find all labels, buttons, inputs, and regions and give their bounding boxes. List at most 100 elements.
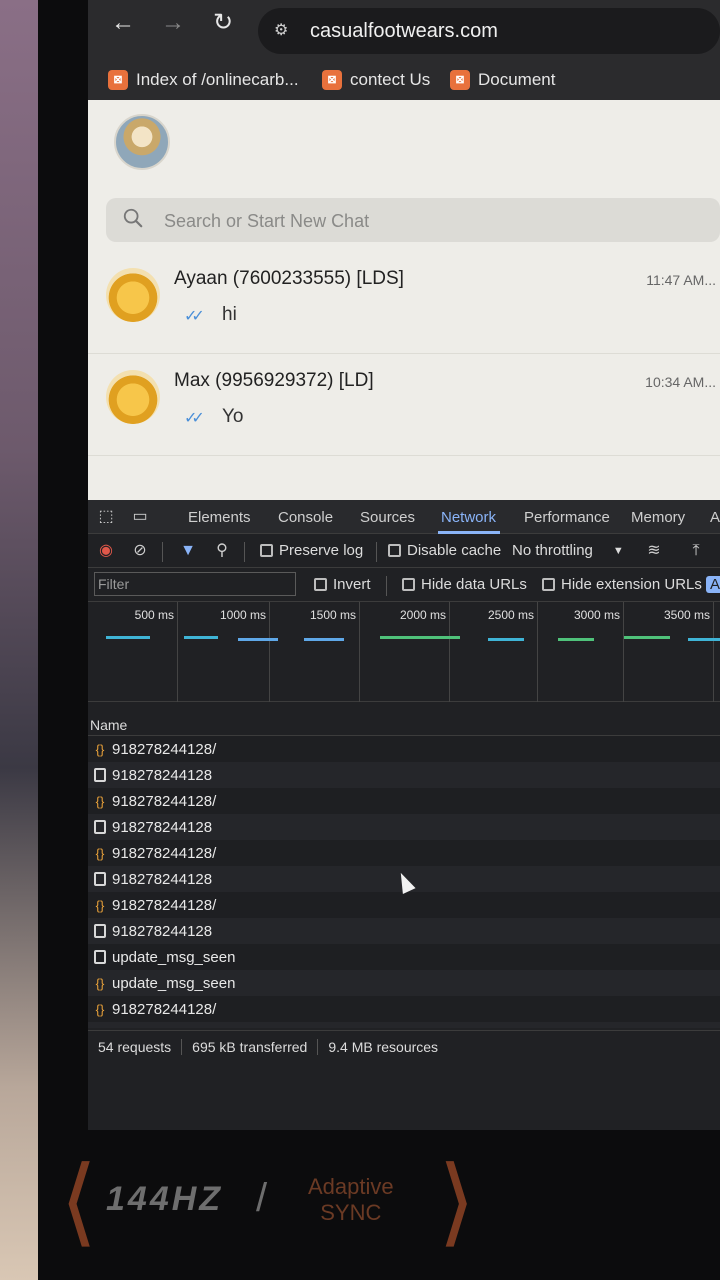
reload-icon[interactable]: ↻ [208,8,238,38]
bookmark-item[interactable]: ⊠ Index of /onlinecarb... [108,68,299,92]
left-bracket-decoration: ⟨ [60,1148,98,1255]
adaptive-line1: Adaptive [308,1174,394,1199]
timeline-column: 1000 ms [178,602,270,702]
bookmarks-bar: ⊠ Index of /onlinecarb... ⊠ contect Us ⊠… [88,58,720,98]
request-row[interactable]: {} 918278244128/ [88,996,720,1022]
tab-performance[interactable]: Performance [524,509,610,526]
timeline-tick-label: 1500 ms [309,608,356,622]
monitor-branding: ⟨ 144HZ / Adaptive SYNC ⟩ [60,1150,480,1260]
avatar [106,268,160,322]
request-row[interactable]: {} 918278244128/ [88,892,720,918]
request-name: 918278244128 [112,1027,212,1029]
transferred-size: 695 kB transferred [182,1038,319,1055]
request-row[interactable]: {} update_msg_seen [88,970,720,996]
tab-memory[interactable]: Memory [631,509,685,526]
request-type-all-button[interactable]: A [706,576,720,593]
chat-last-message: hi [222,304,237,325]
address-bar[interactable]: ⚙ casualfootwears.com [258,8,720,54]
request-name: 918278244128 [112,922,213,940]
search-icon[interactable]: ⚲ [210,540,234,562]
timeline-bar [488,638,524,641]
upload-icon[interactable]: ⤒ [684,540,708,562]
network-conditions-icon[interactable]: ≋ [642,540,666,562]
request-row[interactable]: update_msg_seen [88,944,720,970]
request-row[interactable]: 918278244128 [88,814,720,840]
hide-extension-urls-checkbox[interactable]: Hide extension URLs [542,576,702,593]
record-icon[interactable]: ◉ [94,540,118,562]
timeline-bar [184,636,218,639]
chat-list-item[interactable]: Ayaan (7600233555) [LDS] 11:47 AM... ✓✓ … [88,254,720,354]
request-name: 918278244128/ [112,740,217,758]
request-name: 918278244128/ [112,844,217,862]
bookmark-item[interactable]: ⊠ contect Us [322,68,430,92]
request-count: 54 requests [88,1038,183,1055]
preserve-log-checkbox[interactable]: Preserve log [260,542,363,559]
timeline-bar [106,636,150,639]
forward-arrow-icon[interactable]: → [158,8,188,38]
tab-more[interactable]: A [710,509,720,526]
request-row[interactable]: {} 918278244128/ [88,736,720,762]
request-row[interactable]: {} 918278244128/ [88,788,720,814]
document-icon [94,872,106,886]
network-overview-timeline[interactable]: 500 ms 1000 ms 1500 ms 2000 ms 2500 ms 3… [88,602,720,702]
fetch-xhr-icon: {} [95,845,105,861]
request-name: 918278244128/ [112,896,217,914]
search-input[interactable] [164,208,684,234]
divider [386,576,387,596]
document-icon [94,768,106,782]
double-check-icon: ✓✓ [184,410,205,427]
request-row[interactable]: 918278244128 [88,762,720,788]
request-row[interactable]: 918278244128 [88,918,720,944]
xampp-icon: ⊠ [322,70,342,90]
checkbox-box [314,578,327,591]
chat-time: 11:47 AM... [646,272,716,288]
adaptive-sync-label: Adaptive SYNC [308,1174,394,1226]
avatar [106,370,160,424]
checkbox-label: Hide data URLs [421,576,527,593]
column-header-name[interactable]: Name [90,717,127,733]
back-arrow-icon[interactable]: ← [108,8,138,38]
xampp-icon: ⊠ [450,70,470,90]
tab-console[interactable]: Console [278,509,333,526]
device-toolbar-icon[interactable]: ▭ [128,506,152,528]
throttling-select[interactable]: No throttling ▼ [512,542,624,559]
timeline-tick-label: 2500 ms [487,608,534,622]
filter-icon[interactable]: ▼ [176,540,200,562]
timeline-tick-label: 3000 ms [573,608,620,622]
timeline-bar [688,638,720,641]
timeline-column: 3500 ms [624,602,714,702]
site-info-icon[interactable]: ⚙ [274,20,296,42]
divider [244,542,245,562]
chat-list-item[interactable]: Max (9956929372) [LD] 10:34 AM... ✓✓ Yo [88,356,720,456]
checkbox-box [388,544,401,557]
inspect-element-icon[interactable]: ⬚ [94,506,118,528]
timeline-bar [238,638,278,641]
search-bar[interactable] [106,198,720,242]
bookmark-item[interactable]: ⊠ Document [450,68,555,92]
request-row[interactable]: {} 918278244128/ [88,840,720,866]
tab-sources[interactable]: Sources [360,509,415,526]
double-check-icon: ✓✓ [184,308,205,325]
checkbox-label: Disable cache [407,542,502,559]
timeline-bar [304,638,344,641]
filter-input[interactable] [94,572,296,596]
timeline-bar [380,636,460,639]
hide-data-urls-checkbox[interactable]: Hide data URLs [402,576,527,593]
document-icon [94,924,106,938]
disable-cache-checkbox[interactable]: Disable cache [388,542,501,559]
clear-icon[interactable]: ⊘ [128,540,152,562]
checkbox-box [260,544,273,557]
chat-name: Ayaan (7600233555) [LDS] [174,268,404,289]
tab-elements[interactable]: Elements [188,509,251,526]
tab-network[interactable]: Network [441,509,496,526]
browser-chrome: ← → ↻ ⚙ casualfootwears.com ⊠ Index of /… [88,0,720,100]
invert-checkbox[interactable]: Invert [314,576,371,593]
timeline-column: 2000 ms [360,602,450,702]
checkbox-box [402,578,415,591]
timeline-bar [624,636,670,639]
request-row[interactable]: 918278244128 [88,1022,720,1028]
xampp-icon: ⊠ [108,70,128,90]
slash-decoration: / [256,1176,268,1220]
profile-avatar[interactable] [114,114,170,170]
timeline-column: 2500 ms [450,602,538,702]
